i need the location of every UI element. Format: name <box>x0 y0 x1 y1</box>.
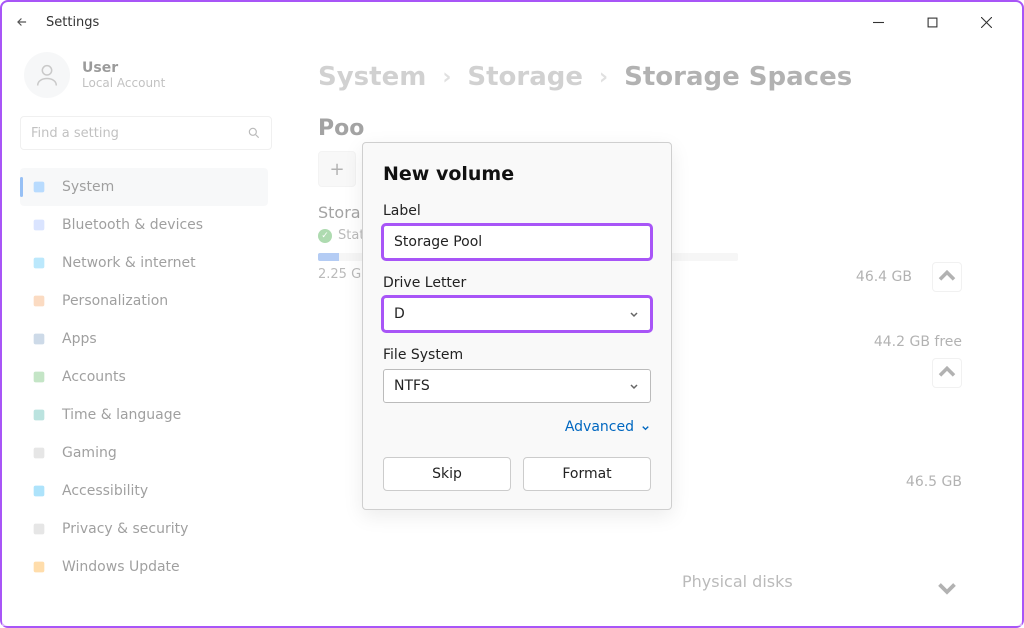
check-icon: ✓ <box>318 229 332 243</box>
sidebar-item-label: Apps <box>62 331 97 347</box>
sidebar-item-accessibility[interactable]: Accessibility <box>20 472 268 510</box>
crumb-system[interactable]: System <box>318 62 426 92</box>
drive-letter-label: Drive Letter <box>383 275 651 291</box>
back-button[interactable] <box>8 8 36 36</box>
drive-letter-select[interactable]: D <box>383 297 651 331</box>
sidebar-item-accounts[interactable]: Accounts <box>20 358 268 396</box>
sidebar-item-network-internet[interactable]: Network & internet <box>20 244 268 282</box>
status-text: Stat <box>338 228 364 243</box>
used-label: 2.25 G <box>318 267 361 282</box>
nav-icon <box>30 216 48 234</box>
dialog-title: New volume <box>383 163 651 185</box>
chevron-right-icon: › <box>442 65 451 90</box>
sidebar-item-label: Accessibility <box>62 483 148 499</box>
filesystem-value: NTFS <box>394 378 430 394</box>
maximize-button[interactable] <box>914 8 950 36</box>
user-name: User <box>82 60 165 77</box>
nav-icon <box>30 368 48 386</box>
nav-icon <box>30 330 48 348</box>
sidebar-item-label: Personalization <box>62 293 168 309</box>
chevron-right-icon: › <box>599 65 608 90</box>
avatar-icon <box>24 52 70 98</box>
search-input[interactable] <box>20 116 272 150</box>
crumb-storage-spaces: Storage Spaces <box>624 62 852 92</box>
physical-disks-expand[interactable] <box>932 572 962 602</box>
close-button[interactable] <box>968 8 1004 36</box>
nav-icon <box>30 444 48 462</box>
search-icon <box>247 126 261 140</box>
label-input[interactable]: Storage Pool <box>383 225 651 259</box>
pool-heading: Poo <box>318 116 986 141</box>
sidebar-item-bluetooth-devices[interactable]: Bluetooth & devices <box>20 206 268 244</box>
chevron-down-icon <box>628 308 640 320</box>
sidebar-item-personalization[interactable]: Personalization <box>20 282 268 320</box>
sidebar-item-system[interactable]: System <box>20 168 268 206</box>
new-volume-dialog: New volume Label Storage Pool Drive Lett… <box>362 142 672 510</box>
advanced-link-label: Advanced <box>565 419 634 435</box>
crumb-storage[interactable]: Storage <box>467 62 583 92</box>
free-space: 44.2 GB free <box>874 334 962 350</box>
drive-letter-value: D <box>394 306 405 322</box>
search-field[interactable] <box>31 126 247 141</box>
total-size: 46.4 GB <box>856 269 912 285</box>
advanced-link[interactable]: Advanced <box>383 419 651 435</box>
app-title: Settings <box>46 15 99 30</box>
chevron-down-icon <box>628 380 640 392</box>
sidebar: User Local Account System Bluetooth & dev… <box>2 42 282 626</box>
sidebar-item-privacy-security[interactable]: Privacy & security <box>20 510 268 548</box>
sidebar-item-label: Accounts <box>62 369 126 385</box>
expand-button-2[interactable] <box>932 358 962 388</box>
label-field-label: Label <box>383 203 651 219</box>
expand-button[interactable] <box>932 262 962 292</box>
sidebar-item-label: Gaming <box>62 445 117 461</box>
sidebar-item-label: Network & internet <box>62 255 196 271</box>
nav-icon <box>30 406 48 424</box>
nav-icon <box>30 520 48 538</box>
skip-button[interactable]: Skip <box>383 457 511 491</box>
chevron-down-icon <box>640 422 651 433</box>
sidebar-item-gaming[interactable]: Gaming <box>20 434 268 472</box>
user-subtext: Local Account <box>82 76 165 90</box>
filesystem-select[interactable]: NTFS <box>383 369 651 403</box>
physical-disks-label[interactable]: Physical disks <box>682 572 793 591</box>
sidebar-item-label: Privacy & security <box>62 521 188 537</box>
filesystem-label: File System <box>383 347 651 363</box>
total-size-2: 46.5 GB <box>906 474 962 490</box>
minimize-button[interactable] <box>860 8 896 36</box>
breadcrumb: System › Storage › Storage Spaces <box>318 62 986 92</box>
nav-icon <box>30 254 48 272</box>
sidebar-item-label: Time & language <box>62 407 181 423</box>
sidebar-item-apps[interactable]: Apps <box>20 320 268 358</box>
sidebar-item-windows-update[interactable]: Windows Update <box>20 548 268 586</box>
nav-icon <box>30 558 48 576</box>
sidebar-item-label: Bluetooth & devices <box>62 217 203 233</box>
user-profile[interactable]: User Local Account <box>20 52 268 98</box>
nav-icon <box>30 482 48 500</box>
add-pool-button[interactable]: + <box>318 151 356 187</box>
sidebar-item-label: Windows Update <box>62 559 180 575</box>
nav-icon <box>30 292 48 310</box>
format-button[interactable]: Format <box>523 457 651 491</box>
nav-icon <box>30 178 48 196</box>
label-input-value: Storage Pool <box>394 234 482 250</box>
sidebar-item-time-language[interactable]: Time & language <box>20 396 268 434</box>
sidebar-item-label: System <box>62 179 114 195</box>
